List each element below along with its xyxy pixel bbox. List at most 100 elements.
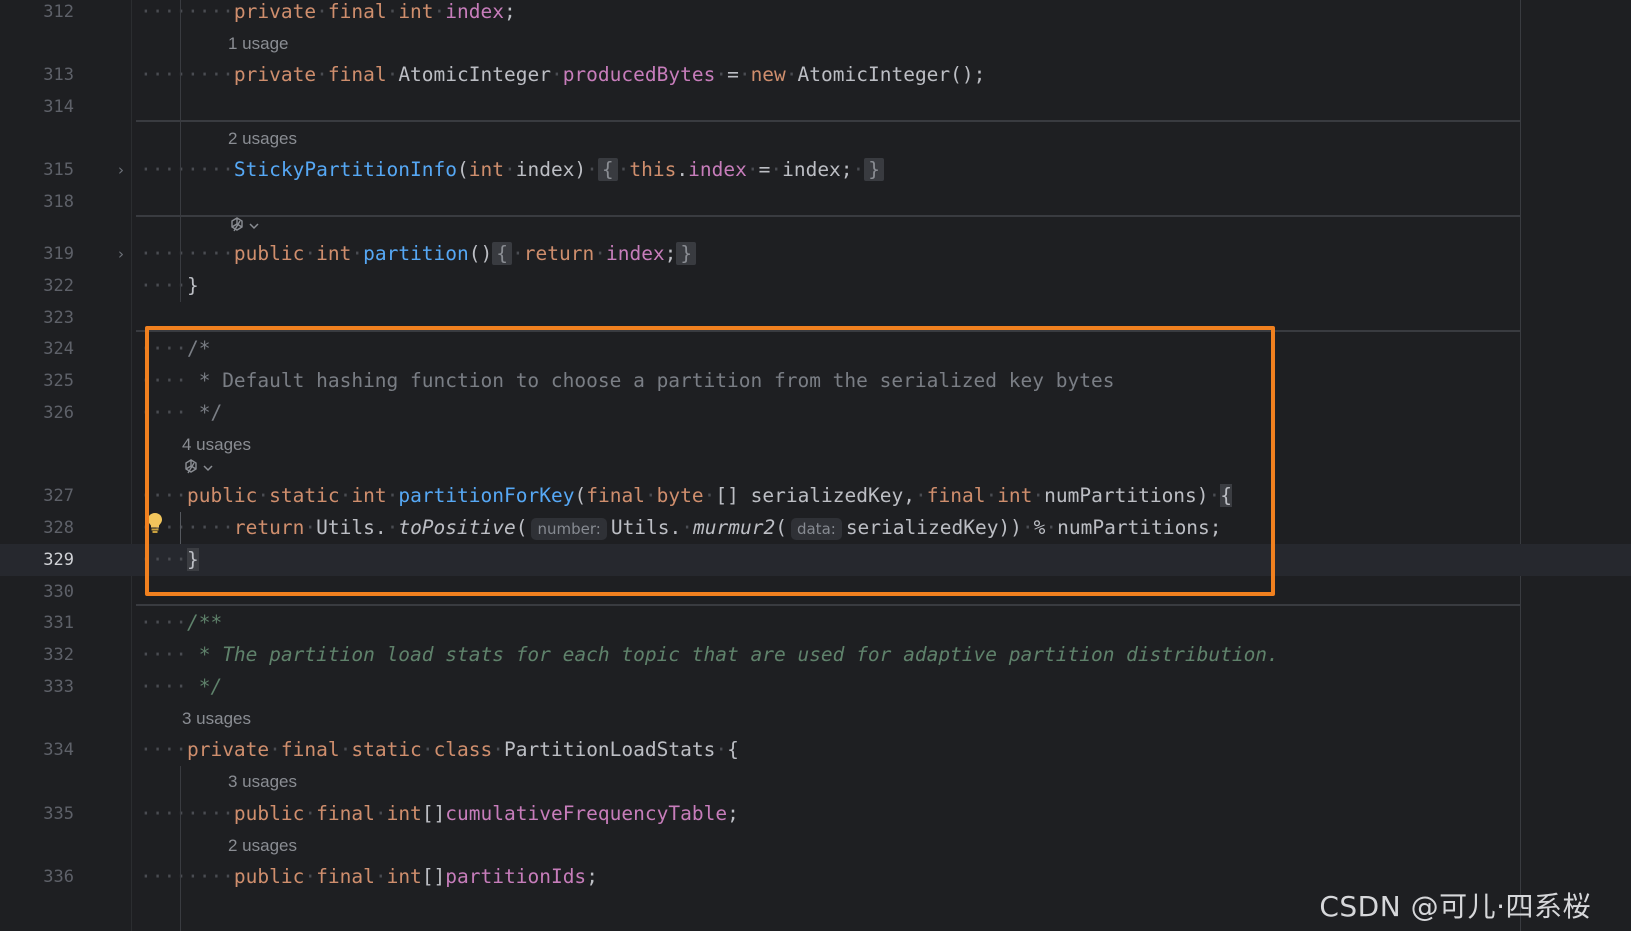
line-number[interactable]: 323 [16,302,74,334]
line-number[interactable]: 314 [16,91,74,123]
code-token: int [316,242,352,265]
code-line[interactable]: 322 ····} [0,270,1631,302]
line-number[interactable]: 331 [16,607,74,639]
code-text[interactable]: ········private·final·int·index; [140,0,516,28]
code-line[interactable]: 313 ········private·final·AtomicInteger·p… [0,59,1631,91]
line-number[interactable]: 329 [16,544,74,576]
code-token: */ [186,675,223,698]
code-text[interactable]: ········public·final·int[]partitionIds; [140,861,598,893]
code-token: index [445,0,504,23]
usage-hint[interactable]: 3 usages [228,769,297,795]
code-token: private [186,738,270,761]
code-token: index) [515,158,587,181]
line-number[interactable]: 328 [16,512,74,544]
code-token: public [233,802,305,825]
code-token: int [398,0,434,23]
whitespace-marker: · [594,242,606,265]
line-number[interactable]: 330 [16,576,74,608]
code-token: StickyPartitionInfo [233,158,457,181]
usage-hint[interactable]: 2 usages [228,833,297,859]
indent-guide [180,766,181,931]
code-token: class [433,738,493,761]
line-number[interactable]: 336 [16,861,74,893]
fold-chevron-icon[interactable]: › [118,238,124,270]
method-separator [136,604,1520,606]
line-number[interactable]: 327 [16,480,74,512]
code-text[interactable]: ····} [140,270,199,302]
line-number[interactable]: 322 [16,270,74,302]
code-token: private [233,63,317,86]
code-token: index; [782,158,853,181]
code-line[interactable]: 331 ····/** [0,607,1631,639]
code-token: final [316,802,375,825]
whitespace-marker: ········ [140,802,234,825]
folded-block[interactable]: } [676,242,697,265]
whitespace-marker: · [351,242,364,265]
line-number[interactable]: 335 [16,798,74,830]
whitespace-marker: · [492,738,505,761]
line-number[interactable]: 332 [16,639,74,671]
code-token: partition [363,242,469,265]
line-number[interactable]: 315 [16,154,74,186]
whitespace-marker: · [785,63,798,86]
line-number[interactable]: 333 [16,671,74,703]
code-line[interactable]: 312 ········private·final·int·index; [0,0,1631,28]
line-number[interactable]: 324 [16,333,74,365]
usage-hint[interactable]: 3 usages [182,706,251,732]
code-token: . [676,158,689,181]
code-token: AtomicInteger [398,63,551,86]
whitespace-marker: ········ [140,242,234,265]
code-token: * The partition load stats for each topi… [186,643,1279,666]
code-token: return [523,242,595,265]
whitespace-marker: · [433,0,446,23]
whitespace-marker: · [715,738,728,761]
code-token: public [233,242,305,265]
code-text[interactable]: ···· * The partition load stats for each… [140,639,1279,671]
code-line[interactable]: 318 [0,186,1631,218]
folded-block[interactable]: { [492,242,513,265]
code-text[interactable]: ········public·final·int[]cumulativeFreq… [140,798,739,830]
code-text[interactable]: ········public·int·partition(){·return·i… [140,238,697,270]
whitespace-marker: · [339,738,352,761]
fold-chevron-icon[interactable]: › [118,154,124,186]
code-line[interactable]: 319 › ········public·int·partition(){·retu… [0,238,1631,270]
whitespace-marker: · [304,242,317,265]
code-line[interactable]: 334 ····private·final·static·class·Partit… [0,734,1631,766]
usage-hint[interactable]: 1 usage [228,31,289,57]
line-number[interactable]: 319 [16,238,74,270]
line-number[interactable]: 318 [16,186,74,218]
code-token: int [386,802,422,825]
usage-hint[interactable]: 2 usages [228,126,297,152]
line-number[interactable]: 326 [16,397,74,429]
folded-block[interactable]: } [864,158,885,181]
line-number[interactable]: 312 [16,0,74,28]
whitespace-marker: ········ [140,0,234,23]
line-number[interactable]: 334 [16,734,74,766]
code-line[interactable]: 315 › ········StickyPartitionInfo(int·inde… [0,154,1631,186]
code-text[interactable]: ····private·final·static·class·Partition… [140,734,739,766]
code-token: index [688,158,747,181]
code-line[interactable]: 314 [0,91,1631,123]
code-line[interactable]: 332 ···· * The partition load stats for e… [0,639,1631,671]
code-text[interactable]: ····/** [140,607,222,639]
code-token: } [186,274,199,297]
line-number[interactable]: 325 [16,365,74,397]
whitespace-marker: · [421,738,434,761]
folded-block[interactable]: { [597,158,618,181]
line-number[interactable]: 313 [16,59,74,91]
code-token: producedBytes [562,63,716,86]
watermark: CSDN @可儿·四系桜 [1319,890,1591,923]
code-text[interactable]: ········StickyPartitionInfo(int·index)·{… [140,154,885,186]
whitespace-marker: ········ [140,865,234,888]
whitespace-marker: · [770,158,783,181]
code-text[interactable]: ········private·final·AtomicInteger·prod… [140,59,985,91]
code-token: = [758,158,771,181]
code-token: ; [586,865,598,888]
whitespace-marker: ········ [140,158,234,181]
indent-guide [180,0,181,302]
ai-assistant-icon[interactable] [228,216,262,238]
code-text[interactable]: ···· */ [140,671,222,703]
code-line[interactable]: 333 ···· */ [0,671,1631,703]
code-line[interactable]: 335 ········public·final·int[]cumulativeF… [0,798,1631,830]
code-token: = [727,63,739,86]
